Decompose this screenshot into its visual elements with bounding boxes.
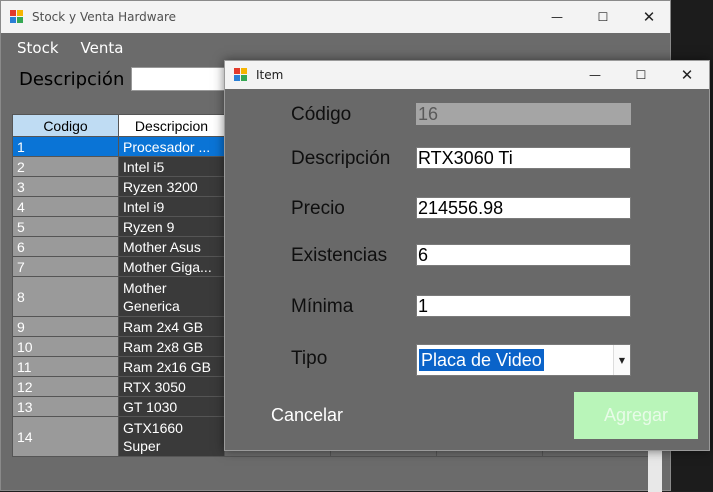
cell-descripcion[interactable]: Mother Generica <box>118 276 225 317</box>
menu-stock[interactable]: Stock <box>17 39 59 57</box>
cell-descripcion[interactable]: RTX 3050 <box>118 376 225 397</box>
main-window-title: Stock y Venta Hardware <box>32 10 177 24</box>
dialog-maximize-icon[interactable]: ☐ <box>618 61 664 89</box>
dialog-title-bar: Item — ☐ ✕ <box>225 61 709 89</box>
cell-descripcion[interactable]: Ram 2x8 GB <box>118 336 225 357</box>
cell-codigo[interactable]: 8 <box>12 276 119 317</box>
minima-field[interactable]: 1 <box>416 295 631 317</box>
cell-codigo[interactable]: 14 <box>12 416 119 457</box>
cell-codigo[interactable]: 10 <box>12 336 119 357</box>
existencias-label: Existencias <box>291 245 388 266</box>
cell-descripcion[interactable]: GT 1030 <box>118 396 225 417</box>
cell-descripcion[interactable]: Intel i5 <box>118 156 225 177</box>
cancel-button[interactable]: Cancelar <box>271 405 343 426</box>
menu-venta[interactable]: Venta <box>81 39 124 57</box>
cell-descripcion[interactable]: Mother Asus <box>118 236 225 257</box>
dialog-app-icon <box>234 68 248 82</box>
add-button[interactable]: Agregar <box>574 392 698 439</box>
cell-codigo[interactable]: 5 <box>12 216 119 237</box>
dialog-title: Item <box>256 68 284 82</box>
cell-descripcion[interactable]: Ryzen 9 <box>118 216 225 237</box>
chevron-down-icon[interactable]: ▼ <box>613 345 630 375</box>
cell-codigo[interactable]: 9 <box>12 316 119 337</box>
cell-descripcion[interactable]: Ram 2x4 GB <box>118 316 225 337</box>
cell-descripcion[interactable]: Ryzen 3200 <box>118 176 225 197</box>
descripcion-label: Descripción <box>291 148 391 169</box>
cell-descripcion[interactable]: Mother Giga... <box>118 256 225 277</box>
precio-label: Precio <box>291 198 345 219</box>
minima-label: Mínima <box>291 296 354 317</box>
cell-codigo[interactable]: 13 <box>12 396 119 417</box>
cell-descripcion[interactable]: Intel i9 <box>118 196 225 217</box>
tipo-select[interactable]: Placa de Video ▼ <box>416 344 631 376</box>
cell-codigo[interactable]: 2 <box>12 156 119 177</box>
cell-descripcion[interactable]: Ram 2x16 GB <box>118 356 225 377</box>
cell-codigo[interactable]: 1 <box>12 136 119 157</box>
search-label: Descripción <box>19 69 125 90</box>
descripcion-field[interactable]: RTX3060 Ti <box>416 147 631 169</box>
tipo-label: Tipo <box>291 348 328 369</box>
codigo-label: Código <box>291 104 352 125</box>
cell-codigo[interactable]: 12 <box>12 376 119 397</box>
tipo-selected-value: Placa de Video <box>419 349 544 371</box>
existencias-field[interactable]: 6 <box>416 244 631 266</box>
app-icon <box>10 10 24 24</box>
precio-field[interactable]: 214556.98 <box>416 197 631 219</box>
dialog-minimize-icon[interactable]: — <box>572 61 618 89</box>
column-header-codigo[interactable]: Codigo <box>12 114 119 137</box>
cell-codigo[interactable]: 6 <box>12 236 119 257</box>
column-header-descripcion[interactable]: Descripcion <box>118 114 225 137</box>
menu-bar: Stock Venta <box>1 33 670 63</box>
minimize-icon[interactable]: — <box>534 1 580 33</box>
cell-codigo[interactable]: 4 <box>12 196 119 217</box>
main-title-bar: Stock y Venta Hardware — ☐ ✕ <box>1 1 670 33</box>
codigo-field: 16 <box>416 103 631 125</box>
item-dialog: Item — ☐ ✕ Código 16 Descripción RTX3060… <box>224 60 710 451</box>
dialog-close-icon[interactable]: ✕ <box>664 61 710 89</box>
maximize-icon[interactable]: ☐ <box>580 1 626 33</box>
cell-codigo[interactable]: 11 <box>12 356 119 377</box>
close-icon[interactable]: ✕ <box>626 1 672 33</box>
cell-descripcion[interactable]: GTX1660 Super <box>118 416 225 457</box>
cell-codigo[interactable]: 7 <box>12 256 119 277</box>
cell-codigo[interactable]: 3 <box>12 176 119 197</box>
cell-descripcion[interactable]: Procesador ... <box>118 136 225 157</box>
